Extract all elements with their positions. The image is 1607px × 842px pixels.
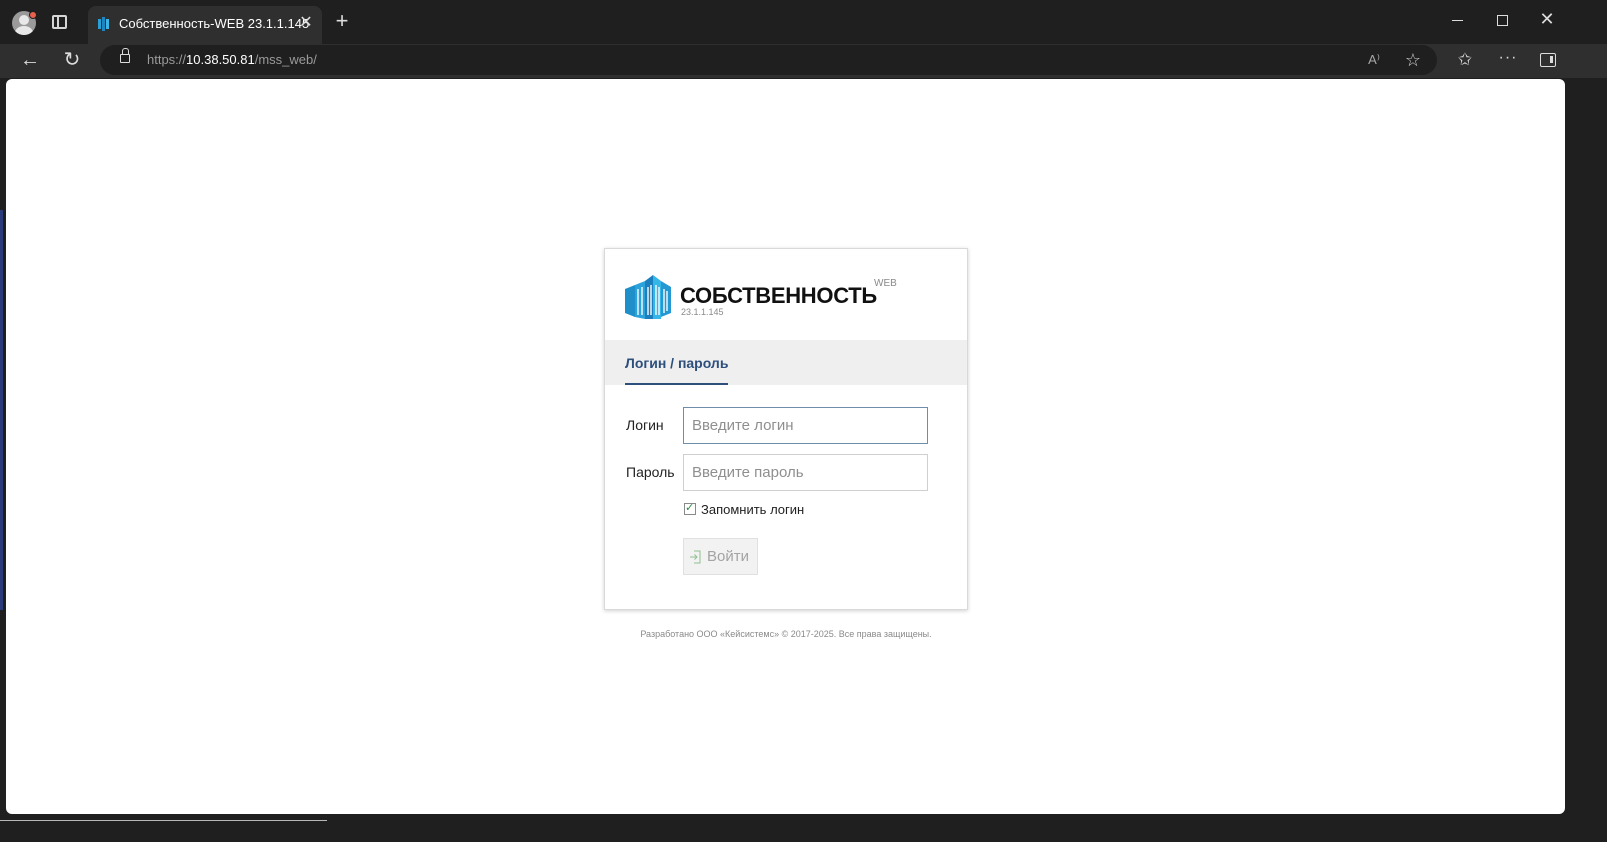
browser-title-bar: Собственность-WEB 23.1.1.145 ✕ + ✕ bbox=[0, 0, 1607, 44]
login-submit-button[interactable]: Войти bbox=[683, 538, 758, 575]
close-window-button[interactable]: ✕ bbox=[1537, 8, 1557, 30]
favorites-icon[interactable]: ✩ bbox=[1453, 48, 1477, 72]
site-favicon-icon bbox=[98, 17, 109, 31]
maximize-window-button[interactable] bbox=[1497, 15, 1508, 26]
background-window-edge bbox=[0, 210, 3, 610]
brand-name: СОБСТВЕННОСТЬ bbox=[680, 283, 877, 308]
browser-tab-active[interactable]: Собственность-WEB 23.1.1.145 ✕ bbox=[88, 6, 322, 44]
tab-close-icon[interactable]: ✕ bbox=[298, 14, 314, 32]
password-input[interactable] bbox=[683, 454, 928, 491]
back-arrow-icon[interactable]: ← bbox=[18, 48, 42, 72]
url-path: /mss_web/ bbox=[254, 52, 317, 67]
taskbar-edge bbox=[0, 818, 1607, 842]
login-submit-label: Войти bbox=[707, 548, 749, 565]
tab-actions-icon[interactable] bbox=[52, 15, 67, 29]
taskbar-divider bbox=[0, 820, 327, 821]
sign-in-icon bbox=[690, 550, 701, 564]
remember-login-label[interactable]: Запомнить логин bbox=[701, 502, 804, 517]
tab-login-password[interactable]: Логин / пароль bbox=[625, 340, 729, 385]
login-card: СОБСТВЕННОСТЬ WEB 23.1.1.145 Логин / пар… bbox=[604, 248, 968, 610]
brand-suffix: WEB bbox=[874, 278, 897, 289]
new-tab-button[interactable]: + bbox=[333, 10, 351, 34]
login-input[interactable] bbox=[683, 407, 928, 444]
profile-notification-dot bbox=[29, 11, 37, 19]
minimize-window-button[interactable] bbox=[1448, 10, 1468, 30]
copyright-footer: Разработано ООО «Кейсистемс» © 2017-2025… bbox=[640, 629, 932, 639]
url-host: 10.38.50.81 bbox=[186, 52, 255, 67]
url-text[interactable]: https://10.38.50.81/mss_web/ bbox=[147, 52, 317, 67]
page-viewport: СОБСТВЕННОСТЬ WEB 23.1.1.145 Логин / пар… bbox=[6, 79, 1565, 814]
more-menu-icon[interactable]: ··· bbox=[1496, 48, 1520, 72]
url-scheme: https:// bbox=[147, 52, 187, 67]
read-aloud-icon[interactable]: A⁾ bbox=[1364, 50, 1384, 70]
login-label: Логин bbox=[626, 417, 664, 433]
app-logo: СОБСТВЕННОСТЬ WEB 23.1.1.145 bbox=[623, 271, 943, 321]
auth-method-tabs: Логин / пароль bbox=[605, 340, 967, 385]
favorite-star-icon[interactable]: ☆ bbox=[1403, 49, 1423, 71]
tab-title: Собственность-WEB 23.1.1.145 bbox=[119, 16, 310, 31]
buildings-logo-icon bbox=[625, 275, 671, 319]
reload-icon[interactable]: ↻ bbox=[60, 48, 84, 72]
password-label: Пароль bbox=[626, 464, 675, 480]
remember-login-checkbox[interactable] bbox=[684, 501, 696, 515]
browser-toolbar: ← ↻ https://10.38.50.81/mss_web/ A⁾ ☆ ✩ … bbox=[0, 44, 1607, 78]
address-bar[interactable]: https://10.38.50.81/mss_web/ A⁾ ☆ bbox=[100, 45, 1437, 75]
lock-icon[interactable] bbox=[120, 48, 130, 63]
sidebar-toggle-icon[interactable] bbox=[1540, 53, 1556, 67]
app-version: 23.1.1.145 bbox=[681, 307, 724, 317]
